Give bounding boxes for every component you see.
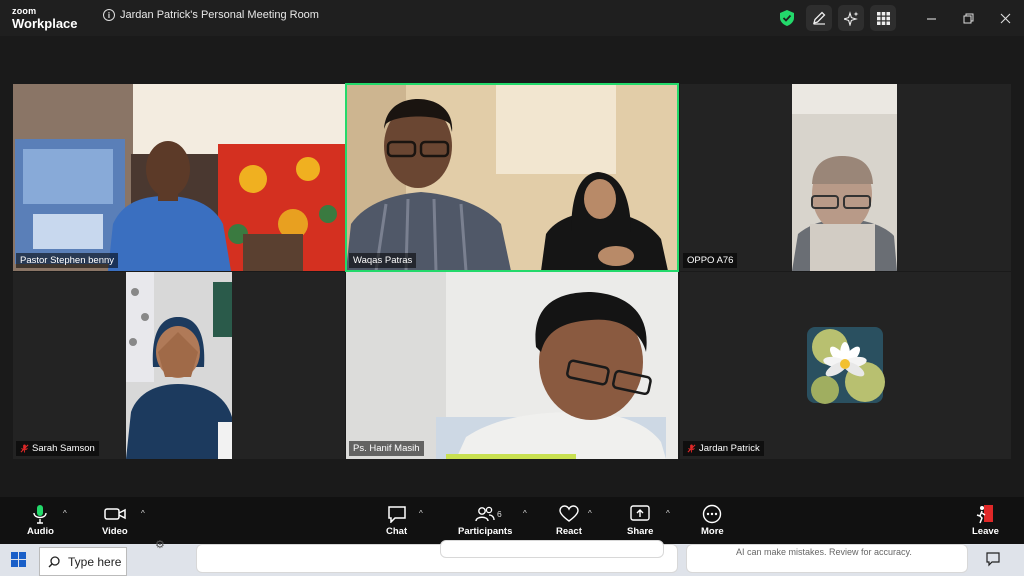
search-icon bbox=[48, 555, 60, 567]
participant-name-tag: Sarah Samson bbox=[16, 441, 99, 456]
video-tile[interactable]: Jardan Patrick bbox=[680, 272, 1011, 459]
gear-icon[interactable]: ⚙ bbox=[155, 538, 165, 551]
chat-options-caret[interactable]: ^ bbox=[419, 509, 423, 518]
info-icon[interactable]: i bbox=[103, 9, 115, 21]
apps-grid-icon[interactable] bbox=[870, 5, 896, 31]
react-label: React bbox=[556, 526, 582, 537]
sparkle-icon[interactable] bbox=[838, 5, 864, 31]
more-dots-icon bbox=[702, 502, 722, 526]
taskbar-search[interactable]: Type here bbox=[39, 547, 127, 576]
meeting-info[interactable]: i Jardan Patrick's Personal Meeting Room bbox=[103, 9, 319, 21]
mic-muted-icon bbox=[687, 444, 696, 453]
participants-label: Participants bbox=[458, 526, 513, 537]
participant-name: Jardan Patrick bbox=[699, 443, 760, 454]
participant-name-tag: Pastor Stephen benny bbox=[16, 253, 119, 268]
background-input bbox=[440, 540, 664, 558]
participant-video bbox=[346, 84, 678, 271]
video-tile[interactable]: OPPO A76 bbox=[680, 84, 1011, 271]
share-options-caret[interactable]: ^ bbox=[666, 509, 670, 518]
video-tile[interactable]: Sarah Samson bbox=[13, 272, 345, 459]
audio-options-caret[interactable]: ^ bbox=[63, 509, 67, 518]
share-label: Share bbox=[627, 526, 654, 537]
brand-top: zoom bbox=[12, 6, 37, 16]
title-bar: zoom Workplace i Jardan Patrick's Person… bbox=[0, 0, 1024, 36]
profile-avatar bbox=[680, 272, 1011, 459]
participant-name: Pastor Stephen benny bbox=[20, 255, 115, 266]
participant-video bbox=[346, 272, 678, 459]
participant-name: Ps. Hanif Masih bbox=[353, 443, 420, 454]
chat-bubble-icon bbox=[387, 502, 407, 526]
zoom-logo: zoom Workplace bbox=[12, 6, 78, 31]
pen-icon[interactable] bbox=[806, 5, 832, 31]
participant-name-tag: Waqas Patras bbox=[349, 253, 417, 268]
leave-label: Leave bbox=[972, 526, 999, 537]
chat-button[interactable]: Chat bbox=[386, 502, 407, 537]
restore-icon[interactable] bbox=[950, 0, 987, 36]
microphone-icon bbox=[32, 502, 48, 526]
video-button[interactable]: Video bbox=[102, 502, 128, 537]
participant-name: Waqas Patras bbox=[353, 255, 413, 266]
brand-bottom: Workplace bbox=[12, 16, 78, 31]
windows-start-icon[interactable] bbox=[11, 552, 26, 572]
people-icon bbox=[475, 502, 495, 526]
video-gallery: Pastor Stephen benny Waqas Patras OPPO A… bbox=[0, 36, 1024, 497]
heart-icon bbox=[559, 502, 579, 526]
leave-door-icon bbox=[975, 502, 995, 526]
minimize-icon[interactable] bbox=[913, 0, 950, 36]
react-button[interactable]: React bbox=[556, 502, 582, 537]
participant-name-tag: OPPO A76 bbox=[683, 253, 738, 268]
leave-button[interactable]: Leave bbox=[972, 502, 999, 537]
shield-check-icon[interactable] bbox=[774, 5, 800, 31]
participant-video bbox=[13, 84, 345, 271]
mic-muted-icon bbox=[20, 444, 29, 453]
participant-name-tag: Ps. Hanif Masih bbox=[349, 441, 424, 456]
search-text: Type here bbox=[68, 554, 122, 569]
video-tile-active-speaker[interactable]: Waqas Patras bbox=[345, 83, 679, 272]
video-tile[interactable]: Ps. Hanif Masih bbox=[346, 272, 678, 459]
share-button[interactable]: Share bbox=[627, 502, 653, 537]
share-screen-icon bbox=[630, 502, 650, 526]
close-icon[interactable] bbox=[987, 0, 1024, 36]
participant-video bbox=[680, 84, 1011, 271]
chat-label: Chat bbox=[386, 526, 408, 537]
audio-label: Audio bbox=[27, 526, 54, 537]
more-label: More bbox=[701, 526, 724, 537]
participants-count: 6 bbox=[497, 509, 502, 519]
participant-name: OPPO A76 bbox=[687, 255, 734, 266]
meeting-controls: Audio ^ Video ^ Chat ^ Participants 6 ^ … bbox=[0, 497, 1024, 544]
notifications-icon[interactable] bbox=[985, 551, 1001, 572]
video-options-caret[interactable]: ^ bbox=[141, 509, 145, 518]
participants-options-caret[interactable]: ^ bbox=[523, 509, 527, 518]
ai-disclaimer: AI can make mistakes. Review for accurac… bbox=[736, 547, 912, 557]
participant-name-tag: Jardan Patrick bbox=[683, 441, 764, 456]
participant-name: Sarah Samson bbox=[32, 443, 95, 454]
react-options-caret[interactable]: ^ bbox=[588, 509, 592, 518]
participant-video bbox=[13, 272, 345, 459]
more-button[interactable]: More bbox=[701, 502, 724, 537]
audio-button[interactable]: Audio bbox=[27, 502, 54, 537]
meeting-title: Jardan Patrick's Personal Meeting Room bbox=[120, 9, 319, 21]
video-label: Video bbox=[102, 526, 128, 537]
participants-button[interactable]: Participants bbox=[458, 502, 512, 537]
camera-icon bbox=[104, 502, 126, 526]
video-tile[interactable]: Pastor Stephen benny bbox=[13, 84, 345, 271]
